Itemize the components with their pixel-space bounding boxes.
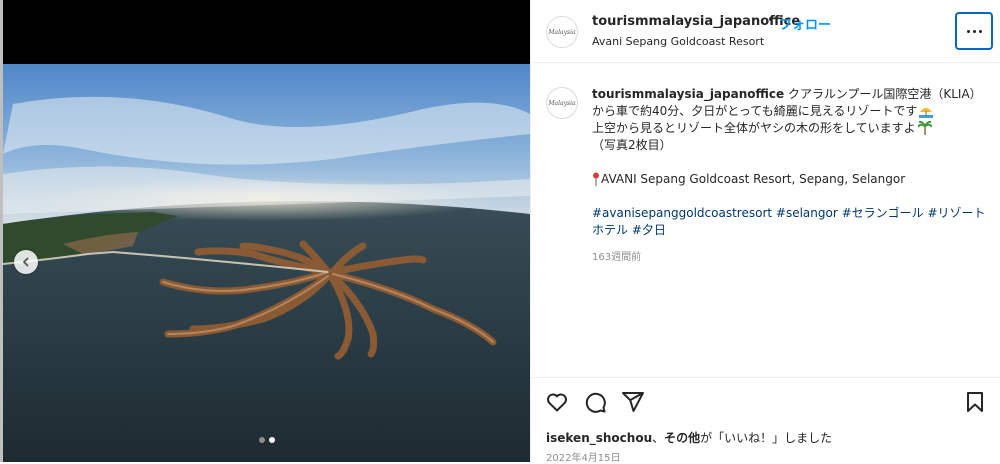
post-actions: iseken_shochou、その他が「いいね！」しました 2022年4月15日 <box>531 377 1000 464</box>
caption-text-line1: クアラルンプール国際空港（KLIA） <box>787 87 982 101</box>
more-options-icon <box>966 29 982 33</box>
hashtag-links-line2[interactable]: ホテル #夕日 <box>592 223 666 237</box>
carousel-prev-button[interactable] <box>14 250 38 274</box>
comment-icon <box>585 392 606 413</box>
caption-text-line4: （写真2枚目） <box>592 138 672 152</box>
caption-username[interactable]: tourismmalaysia_japanoffice <box>592 87 784 101</box>
share-icon <box>622 392 644 412</box>
follow-button[interactable]: フォロー <box>779 14 831 33</box>
comment-button[interactable] <box>583 390 607 414</box>
caption-time-ago[interactable]: 163週間前 <box>592 248 641 263</box>
post-sidebar: Malaysia tourismmalaysia_japanoffice • フ… <box>530 0 1000 464</box>
location-link[interactable]: Avani Sepang Goldcoast Resort <box>592 35 764 48</box>
likes-summary: iseken_shochou、その他が「いいね！」しました <box>546 429 832 446</box>
likes-separator: 、 <box>652 431 665 445</box>
header-separator: • <box>767 13 775 28</box>
post-media[interactable] <box>3 0 530 462</box>
hashtag-links-line1[interactable]: #avanisepanggoldcoastresort #selangor #セ… <box>592 206 986 220</box>
caption-location-line: AVANI Sepang Goldcoast Resort, Sepang, S… <box>601 172 906 186</box>
caption-text-line2: から車で約40分、夕日がとっても綺麗に見えるリゾートです <box>592 104 918 118</box>
liked-by-user[interactable]: iseken_shochou <box>546 431 652 445</box>
avatar-logo: Malaysia <box>548 99 576 107</box>
save-button[interactable] <box>963 390 987 414</box>
more-options-button[interactable] <box>955 12 993 50</box>
post-header: Malaysia tourismmalaysia_japanoffice • フ… <box>531 0 1000 63</box>
carousel-indicator <box>259 437 275 443</box>
avatar[interactable]: Malaysia <box>546 16 578 48</box>
chevron-left-icon <box>23 257 29 267</box>
likes-suffix: が「いいね！」しました <box>700 431 833 445</box>
resort-aerial-photo <box>3 64 530 462</box>
heart-icon <box>547 393 567 412</box>
carousel-dot-active <box>269 437 275 443</box>
palm-tree-icon <box>917 121 932 135</box>
like-button[interactable] <box>545 390 569 414</box>
beach-umbrella-icon <box>919 108 934 118</box>
liked-by-others[interactable]: その他 <box>664 431 700 445</box>
bookmark-icon <box>967 392 983 412</box>
pin-icon <box>593 172 599 186</box>
share-button[interactable] <box>621 390 645 414</box>
caption-text-line3: 上空から見るとリゾート全体がヤシの木の形をしていますよ <box>592 121 916 135</box>
carousel-dot <box>259 437 265 443</box>
avatar-logo: Malaysia <box>548 28 576 36</box>
caption-avatar[interactable]: Malaysia <box>546 87 578 119</box>
post-caption: tourismmalaysia_japanoffice クアラルンプール国際空港… <box>592 86 986 239</box>
